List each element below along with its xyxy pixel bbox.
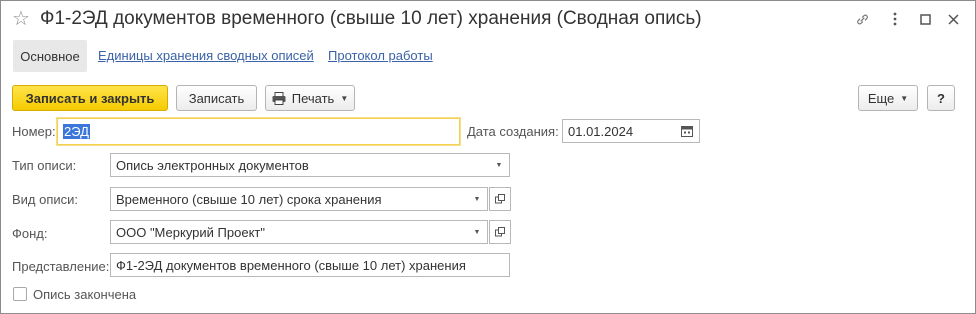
inventory-kind-select[interactable]: Временного (свыше 10 лет) срока хранения… <box>110 187 488 211</box>
created-date-input[interactable]: 01.01.2024 <box>562 119 700 143</box>
presentation-label: Представление: <box>12 259 110 274</box>
inventory-finished-checkbox[interactable] <box>13 287 27 301</box>
presentation-input[interactable]: Ф1-2ЭД документов временного (свыше 10 л… <box>110 253 510 277</box>
more-vertical-icon[interactable] <box>884 8 906 30</box>
window-title: Ф1-2ЭД документов временного (свыше 10 л… <box>40 8 702 29</box>
number-label: Номер: <box>12 124 56 139</box>
fund-select[interactable]: ООО "Меркурий Проект" ▼ <box>110 220 488 244</box>
print-label: Печать <box>291 90 335 106</box>
printer-icon <box>272 91 286 105</box>
chevron-down-icon[interactable]: ▼ <box>467 188 487 210</box>
more-label: Еще <box>867 90 895 106</box>
open-window-icon <box>495 227 505 237</box>
inventory-type-value: Опись электронных документов <box>116 157 309 173</box>
open-inventory-kind-button[interactable] <box>489 187 511 211</box>
number-value: 2ЭД <box>63 124 90 139</box>
inventory-type-label: Тип описи: <box>12 158 77 173</box>
presentation-value: Ф1-2ЭД документов временного (свыше 10 л… <box>116 257 466 273</box>
save-and-close-button[interactable]: Записать и закрыть <box>12 85 168 111</box>
inventory-kind-label: Вид описи: <box>12 192 79 207</box>
help-button[interactable]: ? <box>927 85 955 111</box>
more-button[interactable]: Еще ▼ <box>858 85 918 111</box>
close-icon[interactable] <box>942 8 964 30</box>
save-and-close-label: Записать и закрыть <box>25 90 155 106</box>
favorite-star-icon[interactable]: ☆ <box>12 8 30 30</box>
open-fund-button[interactable] <box>489 220 511 244</box>
help-label: ? <box>937 90 945 106</box>
chevron-down-icon[interactable]: ▼ <box>467 221 487 243</box>
created-date-label: Дата создания: <box>467 124 559 139</box>
fund-label: Фонд: <box>12 226 48 241</box>
calendar-icon[interactable] <box>681 125 693 137</box>
tab-main[interactable]: Основное <box>13 40 87 72</box>
open-window-icon <box>495 194 505 204</box>
maximize-icon[interactable] <box>914 8 936 30</box>
save-label: Записать <box>188 90 245 106</box>
tab-work-log[interactable]: Протокол работы <box>328 48 433 63</box>
fund-value: ООО "Меркурий Проект" <box>116 224 265 240</box>
save-button[interactable]: Записать <box>176 85 257 111</box>
number-input[interactable]: 2ЭД <box>57 118 460 145</box>
print-button[interactable]: Печать ▼ <box>265 85 355 111</box>
tab-storage-units[interactable]: Единицы хранения сводных описей <box>98 48 314 63</box>
inventory-finished-label: Опись закончена <box>33 287 137 302</box>
inventory-type-select[interactable]: Опись электронных документов ▼ <box>110 153 510 177</box>
link-icon[interactable] <box>851 8 873 30</box>
chevron-down-icon: ▼ <box>900 93 909 103</box>
chevron-down-icon: ▼ <box>340 93 349 103</box>
created-date-value: 01.01.2024 <box>568 123 634 139</box>
chevron-down-icon[interactable]: ▼ <box>489 154 509 176</box>
inventory-kind-value: Временного (свыше 10 лет) срока хранения <box>116 191 382 207</box>
